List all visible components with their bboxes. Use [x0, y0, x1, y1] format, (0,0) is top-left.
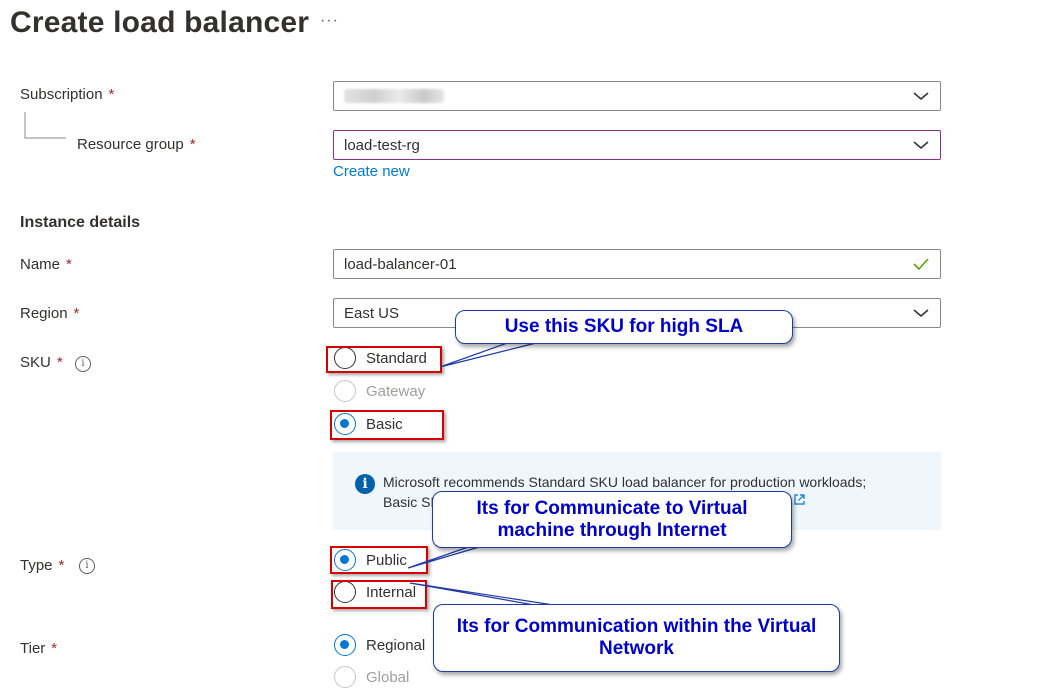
callout-pointers [407, 341, 561, 607]
callout-sku: Use this SKU for high SLA [455, 310, 793, 344]
callout-public: Its for Communicate to Virtual machine t… [432, 491, 792, 548]
callout-internal: Its for Communication within the Virtual… [433, 604, 840, 672]
